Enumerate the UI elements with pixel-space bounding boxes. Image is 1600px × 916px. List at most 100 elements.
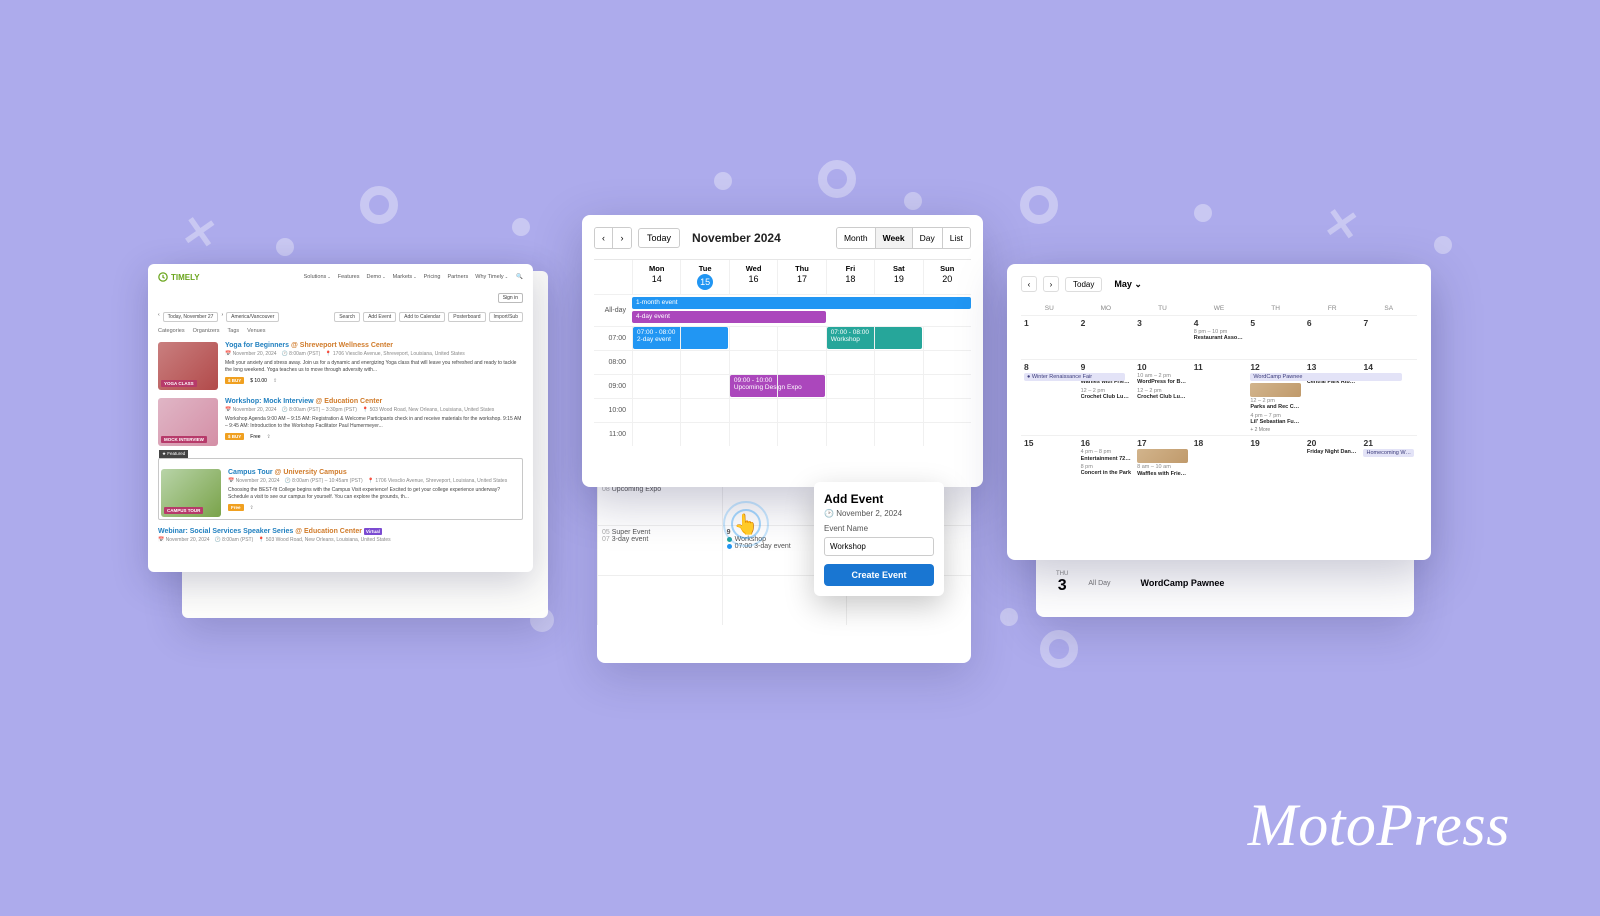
event-row[interactable]: CAMPUS TOUR Campus Tour @ University Cam… [161,469,520,517]
allday-event[interactable]: 4-day event [632,311,826,323]
day-cell[interactable]: 1310 am – 11 amCentral Park Ribbon Cutti… [1304,359,1361,435]
day-cell[interactable]: 20Friday Night Dance Party [1304,435,1361,481]
prev-icon[interactable]: ‹ [158,312,160,322]
toolbar-btn[interactable]: Add to Calendar [399,312,445,322]
toolbar-btn[interactable]: Posterboard [448,312,485,322]
time-cell[interactable] [874,423,922,446]
prev-button[interactable]: ‹ [1021,276,1037,292]
more-link[interactable]: + 2 More [1250,427,1301,433]
timezone-chip[interactable]: America/Vancouver [226,312,279,322]
time-cell[interactable] [923,327,971,350]
time-cell[interactable] [874,351,922,374]
nav-item[interactable]: Partners [447,274,468,280]
time-cell[interactable] [680,399,728,422]
time-cell[interactable] [923,399,971,422]
day-cell[interactable]: 2 [1078,315,1135,359]
allday-event[interactable]: ● Winter Renaissance Fair [1024,373,1125,381]
day-header[interactable]: Mon14 [632,260,680,294]
time-cell[interactable] [680,375,728,398]
allday-event[interactable]: 1-month event [632,297,971,309]
event-title[interactable]: Campus Tour @ University Campus [228,469,520,476]
view-button-month[interactable]: Month [837,228,875,248]
day-header[interactable]: Wed16 [729,260,777,294]
day-cell[interactable]: 21Homecoming Weekend [1360,435,1417,481]
day-header[interactable]: Fri18 [826,260,874,294]
strip-event-title[interactable]: WordCamp Pawnee [1141,578,1225,588]
event-name-input[interactable] [824,537,934,556]
mini-event[interactable]: 8 am – 10 amWaffles with Friends [1137,464,1188,477]
day-header[interactable]: Sun20 [923,260,971,294]
time-cell[interactable] [680,327,728,350]
mini-event[interactable]: 12 – 2 pmParks and Rec Committee [1250,398,1301,411]
event-title[interactable]: Webinar: Social Services Speaker Series … [158,528,523,535]
share-icon[interactable]: ⇪ [273,378,277,384]
time-cell[interactable] [729,423,777,446]
view-button-week[interactable]: Week [875,228,912,248]
mini-event[interactable]: 4 pm – 7 pmLil' Sebastian Fundraiser [1250,413,1301,426]
day-cell[interactable]: 8● Winter Renaissance Fair [1021,359,1078,435]
day-cell[interactable]: 3 [1134,315,1191,359]
time-cell[interactable] [777,327,825,350]
nav-item[interactable]: Why Timely [475,274,508,280]
day-cell[interactable]: 7 [1360,315,1417,359]
mini-event[interactable]: Friday Night Dance Party [1307,449,1358,455]
tab-item[interactable]: Tags [228,328,240,334]
date-chip[interactable]: Today, November 27 [163,312,219,322]
event-title[interactable]: Workshop: Mock Interview @ Education Cen… [225,398,523,405]
buy-badge[interactable]: Free [228,504,244,511]
day-cell[interactable]: 15 [1021,435,1078,481]
view-button-day[interactable]: Day [912,228,942,248]
buy-badge[interactable]: $ BUY [225,433,244,440]
time-cell[interactable] [632,399,680,422]
toolbar-btn[interactable]: Search [334,312,360,322]
cal-cell[interactable]: 05 Super Event 07 3-day event [597,525,722,575]
nav-item[interactable]: Demo [366,274,385,280]
day-header[interactable]: Tue15 [680,260,728,294]
day-cell[interactable]: 1 [1021,315,1078,359]
time-cell[interactable]: 07:00 - 08:00Workshop [826,327,874,350]
month-picker[interactable]: May ⌄ [1114,279,1142,290]
time-cell[interactable] [826,423,874,446]
prev-button[interactable]: ‹ [595,228,613,248]
time-cell[interactable] [874,327,922,350]
time-cell[interactable] [680,423,728,446]
day-cell[interactable]: 19 [1247,435,1304,481]
time-cell[interactable] [632,351,680,374]
day-cell[interactable]: 12WordCamp Pawnee12 – 2 pmParks and Rec … [1247,359,1304,435]
time-cell[interactable]: 07:00 - 08:002-day event [632,327,680,350]
tab-item[interactable]: Categories [158,328,185,334]
time-cell[interactable] [729,399,777,422]
mini-event[interactable]: 8 pmConcert in the Park [1081,464,1132,477]
day-cell[interactable]: 910 am – 2 pmWaffles with Friends12 – 2 … [1078,359,1135,435]
time-cell[interactable] [826,351,874,374]
day-cell[interactable]: 14 [1360,359,1417,435]
tab-item[interactable]: Venues [247,328,265,334]
mini-event[interactable]: 10 am – 2 pmWordPress for Beginners [1137,373,1188,386]
time-cell[interactable] [826,375,874,398]
time-cell[interactable] [680,351,728,374]
day-cell[interactable]: 11 [1191,359,1248,435]
signin-button[interactable]: Sign in [498,293,523,303]
allday-event[interactable]: Homecoming Weekend [1363,449,1414,457]
time-cell[interactable] [777,351,825,374]
nav-item[interactable]: Pricing [424,274,441,280]
view-button-list[interactable]: List [942,228,970,248]
search-icon[interactable]: 🔍 [516,274,523,280]
time-cell[interactable] [874,399,922,422]
allday-lane[interactable]: 1-month event 4-day event [632,295,971,326]
mini-event[interactable]: 12 – 2 pmCrochet Club Lunch [1081,388,1132,401]
buy-badge[interactable]: $ BUY [225,377,244,384]
day-cell[interactable]: 18 [1191,435,1248,481]
mini-event[interactable]: 12 – 2 pmCrochet Club Lunch [1137,388,1188,401]
share-icon[interactable]: ⇪ [267,434,271,440]
nav-item[interactable]: Solutions [304,274,331,280]
cal-cell[interactable] [597,575,722,625]
time-cell[interactable] [923,423,971,446]
today-button[interactable]: Today [1065,277,1102,292]
event-row[interactable]: MOCK INTERVIEW Workshop: Mock Interview … [158,398,523,446]
mini-event[interactable]: 8 pm – 10 pmRestaurant Association Mixer [1194,329,1245,342]
day-cell[interactable]: 6 [1304,315,1361,359]
create-event-button[interactable]: Create Event [824,564,934,586]
time-cell[interactable] [632,375,680,398]
day-cell[interactable]: 164 pm – 8 pmEntertainment 720 Open Hous… [1078,435,1135,481]
